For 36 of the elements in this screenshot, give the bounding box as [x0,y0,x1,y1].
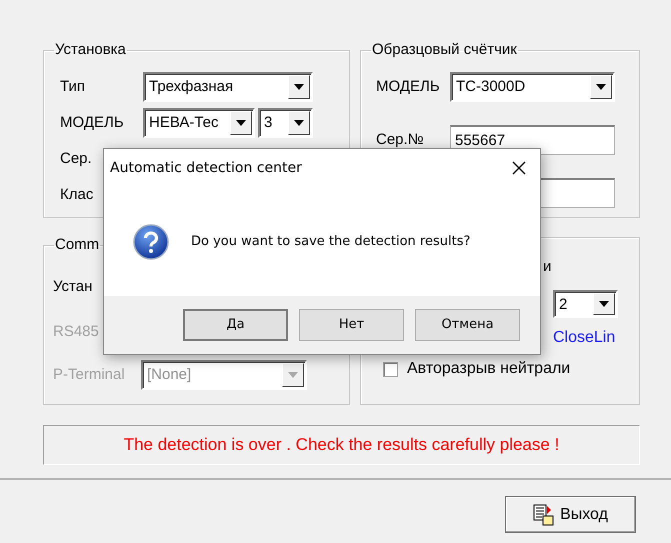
dropdown-field[interactable]: НЕВА-Тес [143,108,255,138]
field-label: RS485 [53,322,100,342]
caret-icon [599,301,609,307]
caret-icon [294,120,304,126]
field-label: МОДЕЛЬ [60,112,125,133]
caret-icon [288,372,298,378]
field-label: P-Terminal [53,364,126,385]
checkbox[interactable] [383,362,398,376]
field-label: Тип [60,76,86,97]
status-message: The detection is over . Check the results carefully please ! [43,425,640,465]
dialog-title: Automatic detection center [110,158,302,178]
document-icon [533,504,556,526]
close-icon [512,161,526,175]
caret-icon [596,84,606,90]
checkbox-label: Авторазрыв нейтрали [407,359,570,379]
group-title: Образцовый счётчик [371,42,518,58]
exit-button[interactable]: Выход [505,496,636,533]
group-title: Установка [54,42,127,58]
caret-icon [294,84,304,90]
field-label: Сер.№ [376,130,425,150]
dialog-button[interactable]: Отмена [415,309,520,341]
field-label: МОДЕЛЬ [376,76,441,97]
caret-icon [236,120,246,126]
dropdown-field[interactable]: 2 [553,290,618,318]
dropdown-field[interactable]: Трехфазная [143,72,313,102]
field-label: Клас [60,184,94,205]
field-label: Устан [53,276,94,297]
dialog-button[interactable]: Нет [299,309,404,341]
group-title: Comm [54,237,100,253]
question-icon [133,224,169,260]
dropdown-field[interactable]: ТС-3000D [450,72,615,102]
dialog-button[interactable]: Да [183,309,288,341]
dialog-message: Do you want to save the detection results? [191,232,470,251]
dropdown-field[interactable]: 3 [258,108,313,138]
field-label: и [543,256,552,277]
link[interactable]: CloseLin [553,326,616,350]
